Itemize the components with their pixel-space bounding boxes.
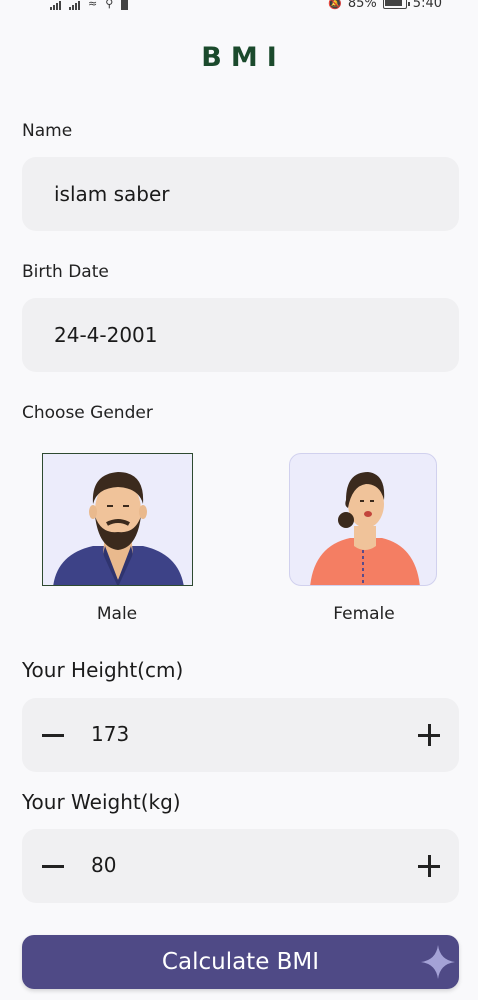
birth-date-value: 24-4-2001 xyxy=(54,323,158,347)
birth-date-label: Birth Date xyxy=(22,262,109,282)
clock: 5:40 xyxy=(412,0,442,11)
status-bar: ≈ ⚲ 🔕 85% 5:40 xyxy=(0,0,478,14)
weight-value[interactable]: 80 xyxy=(91,853,116,877)
signal-icon xyxy=(50,0,61,10)
height-minus-icon[interactable] xyxy=(42,734,64,737)
height-stepper: 173 xyxy=(22,698,459,772)
gender-label-male: Male xyxy=(96,604,138,624)
status-icons-right: 🔕 85% 5:40 xyxy=(328,0,442,11)
mute-icon: 🔕 xyxy=(328,0,342,10)
wifi-icon: ≈ xyxy=(88,0,98,10)
gender-label-female: Female xyxy=(333,604,395,624)
gender-label: Choose Gender xyxy=(22,403,153,423)
birth-date-field[interactable]: 24-4-2001 xyxy=(22,298,459,372)
gender-card-female[interactable] xyxy=(289,453,437,586)
height-label: Your Height(cm) xyxy=(22,658,184,682)
weight-plus-icon[interactable] xyxy=(418,855,440,877)
battery-percent: 85% xyxy=(347,0,377,11)
page-title: BMI xyxy=(201,42,286,73)
calculate-bmi-label: Calculate BMI xyxy=(161,949,320,975)
sparkle-icon xyxy=(421,945,455,979)
weight-minus-icon[interactable] xyxy=(42,865,64,868)
signal-icon-2 xyxy=(69,0,80,10)
sim-icon xyxy=(121,0,129,10)
height-value[interactable]: 173 xyxy=(91,722,129,746)
weight-label: Your Weight(kg) xyxy=(22,790,181,814)
weight-stepper: 80 xyxy=(22,829,459,903)
name-label: Name xyxy=(22,121,73,141)
status-icons-left: ≈ ⚲ xyxy=(50,0,129,10)
name-field[interactable]: islam saber xyxy=(22,157,459,231)
location-icon: ⚲ xyxy=(105,0,114,10)
female-avatar-icon xyxy=(310,472,420,585)
calculate-bmi-button[interactable]: Calculate BMI xyxy=(22,935,459,989)
name-value: islam saber xyxy=(54,182,170,206)
male-avatar-icon xyxy=(53,472,184,585)
battery-icon xyxy=(382,0,410,9)
height-plus-icon[interactable] xyxy=(418,724,440,746)
gender-card-male[interactable] xyxy=(42,453,193,586)
